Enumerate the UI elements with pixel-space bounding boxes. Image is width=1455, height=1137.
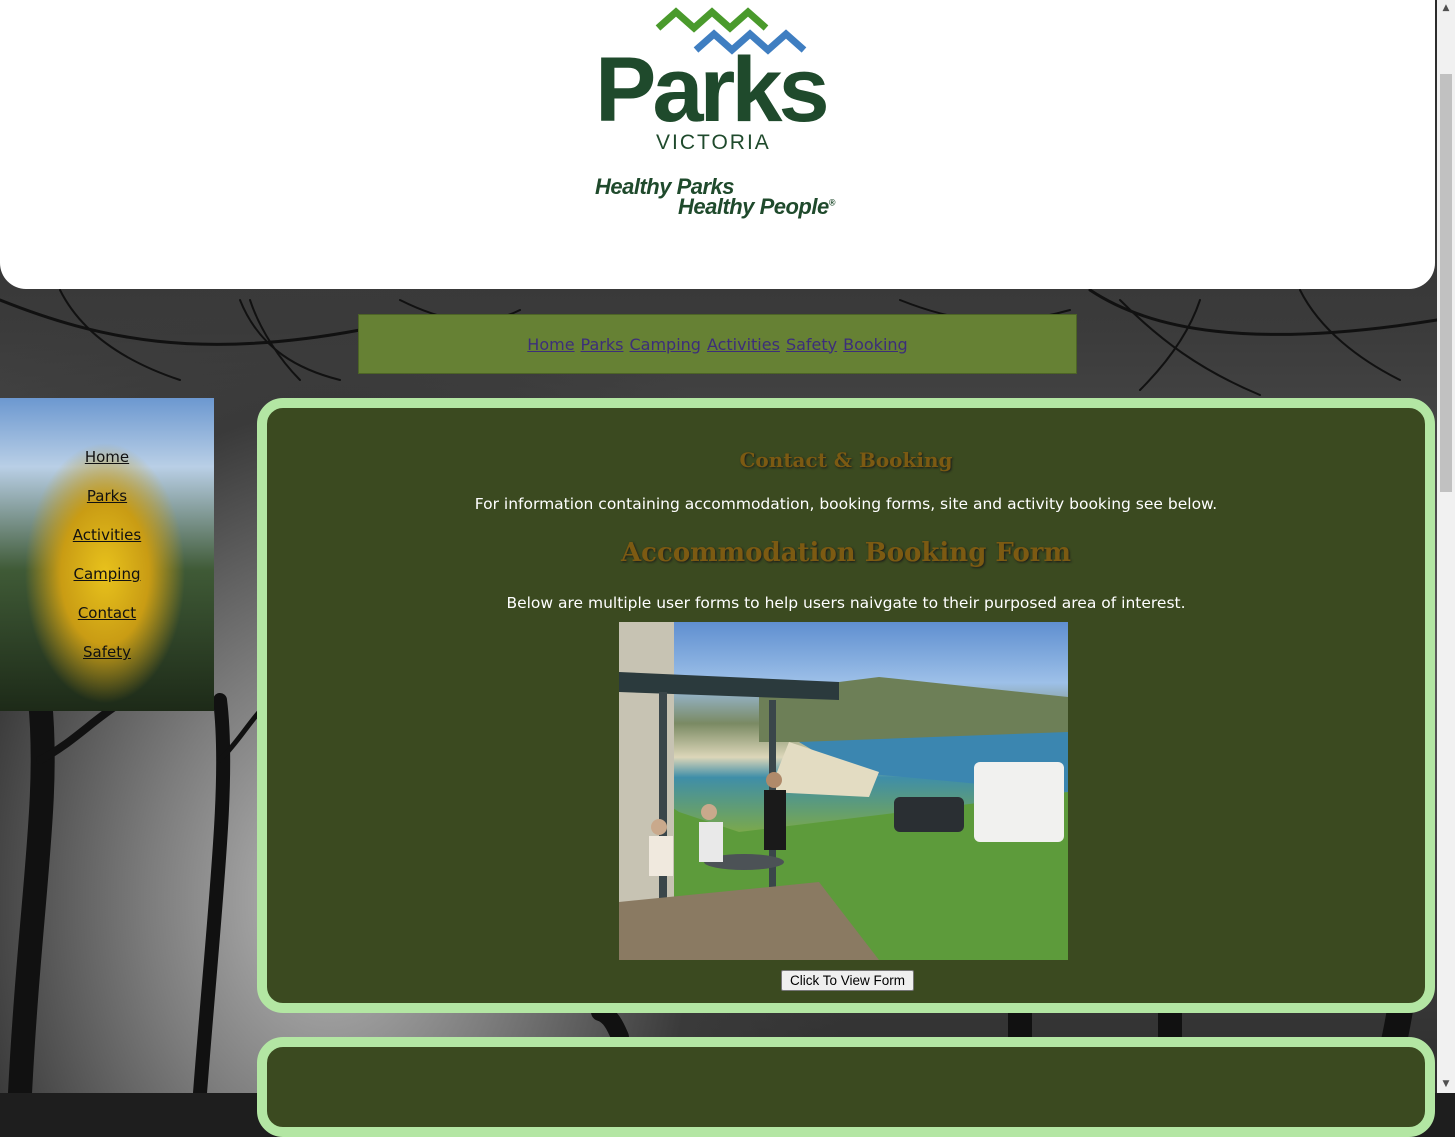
tagline-line-2: Healthy People® <box>678 194 835 220</box>
page-title: Contact & Booking <box>739 448 953 472</box>
view-form-button[interactable]: Click To View Form <box>781 970 915 991</box>
photo-scene <box>619 622 1068 960</box>
registered-mark: ® <box>828 197 836 208</box>
side-nav-parks[interactable]: Parks <box>87 485 127 507</box>
form-heading: Accommodation Booking Form <box>620 538 1072 568</box>
tagline-line-2-text: Healthy People <box>678 194 829 219</box>
top-navigation: Home Parks Camping Activities Safety Boo… <box>358 314 1077 374</box>
intro-text: For information containing accommodation… <box>474 495 1218 513</box>
top-nav-camping[interactable]: Camping <box>629 335 700 354</box>
top-nav-activities[interactable]: Activities <box>707 335 780 354</box>
scroll-up-icon[interactable]: ▲ <box>1437 0 1455 17</box>
top-nav-parks[interactable]: Parks <box>581 335 624 354</box>
scroll-thumb[interactable] <box>1440 74 1452 492</box>
logo-wordmark: Parks <box>595 39 830 141</box>
side-nav-camping[interactable]: Camping <box>74 563 141 585</box>
accommodation-photo <box>619 622 1068 960</box>
side-nav-activities[interactable]: Activities <box>73 524 141 546</box>
top-nav-safety[interactable]: Safety <box>786 335 837 354</box>
side-navigation: Home Parks Activities Camping Contact Sa… <box>0 398 214 711</box>
form-description: Below are multiple user forms to help us… <box>506 594 1186 612</box>
side-nav-home[interactable]: Home <box>85 446 129 468</box>
top-nav-home[interactable]: Home <box>527 335 574 354</box>
booking-panel: Contact & Booking For information contai… <box>257 398 1435 1013</box>
side-nav-safety[interactable]: Safety <box>83 641 131 663</box>
second-panel <box>257 1037 1435 1137</box>
vertical-scrollbar[interactable]: ▲ ▼ <box>1437 0 1455 1093</box>
parks-victoria-logo: Parks VICTORIA Healthy Parks Healthy Peo… <box>590 6 850 226</box>
side-nav-contact[interactable]: Contact <box>78 602 136 624</box>
scroll-down-icon[interactable]: ▼ <box>1437 1076 1455 1093</box>
top-nav-booking[interactable]: Booking <box>843 335 908 354</box>
logo-subtitle: VICTORIA <box>656 131 771 154</box>
site-header: Parks VICTORIA Healthy Parks Healthy Peo… <box>0 0 1435 289</box>
